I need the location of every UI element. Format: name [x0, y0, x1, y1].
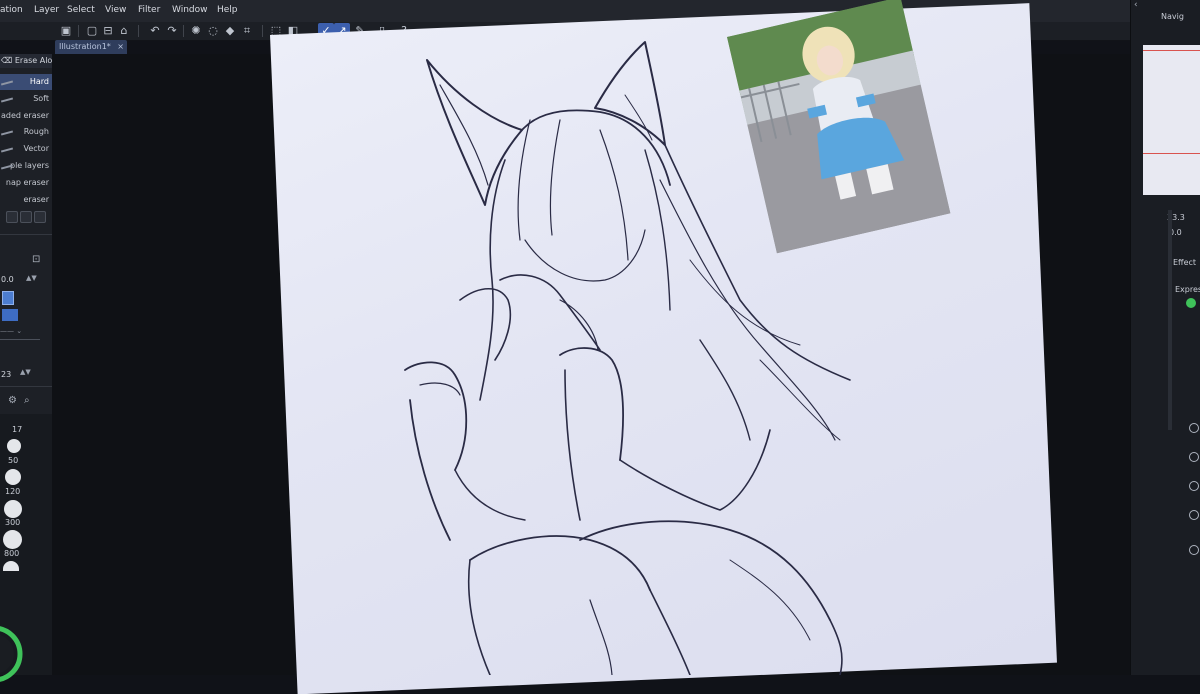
scrollbar[interactable] [1168, 210, 1172, 430]
navigator-frame [1143, 153, 1200, 154]
right-panel: Navig ‹ 33.3 0.0 Effect Expres [1130, 0, 1200, 675]
navigator-frame [1143, 50, 1200, 51]
eye-icon[interactable] [1189, 423, 1199, 433]
effect-label: Effect [1173, 258, 1197, 267]
navigator-title: Navig [1161, 12, 1184, 21]
navigator-preview[interactable] [1143, 45, 1200, 195]
eye-icon[interactable] [1189, 510, 1199, 520]
expression-color-indicator [1186, 298, 1196, 308]
collapse-icon[interactable]: ‹ [1134, 0, 1138, 10]
eye-icon[interactable] [1189, 452, 1199, 462]
eye-icon[interactable] [1189, 545, 1199, 555]
expression-label: Expres [1175, 285, 1200, 294]
line-art-sketch [404, 41, 851, 675]
eye-icon[interactable] [1189, 481, 1199, 491]
